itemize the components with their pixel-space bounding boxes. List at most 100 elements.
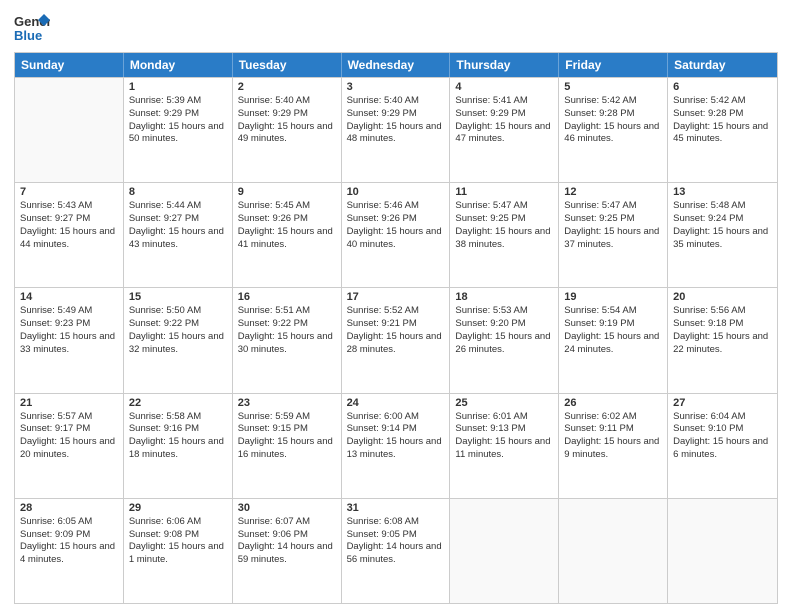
cal-cell-4-1: 21 Sunrise: 5:57 AM Sunset: 9:17 PM Dayl… xyxy=(15,394,124,498)
day-info: Sunrise: 5:47 AM Sunset: 9:25 PM Dayligh… xyxy=(455,200,553,251)
cal-cell-3-4: 17 Sunrise: 5:52 AM Sunset: 9:21 PM Dayl… xyxy=(342,288,451,392)
cal-week-3: 14 Sunrise: 5:49 AM Sunset: 9:23 PM Dayl… xyxy=(15,287,777,392)
day-info: Sunrise: 6:07 AM Sunset: 9:06 PM Dayligh… xyxy=(238,516,336,567)
sunset: Sunset: 9:08 PM xyxy=(129,529,227,542)
day-info: Sunrise: 5:50 AM Sunset: 9:22 PM Dayligh… xyxy=(129,305,227,356)
sunrise: Sunrise: 5:56 AM xyxy=(673,305,772,318)
day-info: Sunrise: 5:40 AM Sunset: 9:29 PM Dayligh… xyxy=(238,95,336,146)
day-info: Sunrise: 5:49 AM Sunset: 9:23 PM Dayligh… xyxy=(20,305,118,356)
cal-cell-1-5: 4 Sunrise: 5:41 AM Sunset: 9:29 PM Dayli… xyxy=(450,78,559,182)
sunset: Sunset: 9:28 PM xyxy=(673,108,772,121)
daylight: Daylight: 15 hours and 13 minutes. xyxy=(347,436,445,462)
daylight: Daylight: 15 hours and 49 minutes. xyxy=(238,121,336,147)
sunrise: Sunrise: 6:05 AM xyxy=(20,516,118,529)
cal-cell-3-6: 19 Sunrise: 5:54 AM Sunset: 9:19 PM Dayl… xyxy=(559,288,668,392)
cal-header-sunday: Sunday xyxy=(15,53,124,77)
day-number: 20 xyxy=(673,291,772,303)
day-number: 15 xyxy=(129,291,227,303)
cal-cell-2-1: 7 Sunrise: 5:43 AM Sunset: 9:27 PM Dayli… xyxy=(15,183,124,287)
day-info: Sunrise: 6:02 AM Sunset: 9:11 PM Dayligh… xyxy=(564,411,662,462)
day-info: Sunrise: 5:43 AM Sunset: 9:27 PM Dayligh… xyxy=(20,200,118,251)
sunset: Sunset: 9:21 PM xyxy=(347,318,445,331)
sunset: Sunset: 9:10 PM xyxy=(673,423,772,436)
sunset: Sunset: 9:28 PM xyxy=(564,108,662,121)
daylight: Daylight: 15 hours and 6 minutes. xyxy=(673,436,772,462)
daylight: Daylight: 15 hours and 1 minute. xyxy=(129,541,227,567)
sunrise: Sunrise: 6:00 AM xyxy=(347,411,445,424)
sunset: Sunset: 9:25 PM xyxy=(564,213,662,226)
daylight: Daylight: 15 hours and 47 minutes. xyxy=(455,121,553,147)
day-number: 19 xyxy=(564,291,662,303)
day-info: Sunrise: 5:51 AM Sunset: 9:22 PM Dayligh… xyxy=(238,305,336,356)
daylight: Daylight: 15 hours and 46 minutes. xyxy=(564,121,662,147)
day-info: Sunrise: 6:01 AM Sunset: 9:13 PM Dayligh… xyxy=(455,411,553,462)
sunset: Sunset: 9:15 PM xyxy=(238,423,336,436)
sunset: Sunset: 9:29 PM xyxy=(238,108,336,121)
daylight: Daylight: 15 hours and 41 minutes. xyxy=(238,226,336,252)
cal-cell-1-6: 5 Sunrise: 5:42 AM Sunset: 9:28 PM Dayli… xyxy=(559,78,668,182)
day-number: 1 xyxy=(129,81,227,93)
sunset: Sunset: 9:13 PM xyxy=(455,423,553,436)
sunrise: Sunrise: 5:57 AM xyxy=(20,411,118,424)
cal-cell-3-2: 15 Sunrise: 5:50 AM Sunset: 9:22 PM Dayl… xyxy=(124,288,233,392)
cal-cell-1-1 xyxy=(15,78,124,182)
daylight: Daylight: 15 hours and 9 minutes. xyxy=(564,436,662,462)
cal-header-saturday: Saturday xyxy=(668,53,777,77)
day-info: Sunrise: 5:39 AM Sunset: 9:29 PM Dayligh… xyxy=(129,95,227,146)
day-info: Sunrise: 5:57 AM Sunset: 9:17 PM Dayligh… xyxy=(20,411,118,462)
day-number: 24 xyxy=(347,397,445,409)
day-info: Sunrise: 5:46 AM Sunset: 9:26 PM Dayligh… xyxy=(347,200,445,251)
sunrise: Sunrise: 5:50 AM xyxy=(129,305,227,318)
day-number: 7 xyxy=(20,186,118,198)
daylight: Daylight: 15 hours and 18 minutes. xyxy=(129,436,227,462)
sunrise: Sunrise: 6:08 AM xyxy=(347,516,445,529)
day-number: 27 xyxy=(673,397,772,409)
cal-cell-3-3: 16 Sunrise: 5:51 AM Sunset: 9:22 PM Dayl… xyxy=(233,288,342,392)
day-info: Sunrise: 6:00 AM Sunset: 9:14 PM Dayligh… xyxy=(347,411,445,462)
cal-cell-3-1: 14 Sunrise: 5:49 AM Sunset: 9:23 PM Dayl… xyxy=(15,288,124,392)
cal-header-thursday: Thursday xyxy=(450,53,559,77)
daylight: Daylight: 15 hours and 26 minutes. xyxy=(455,331,553,357)
cal-week-5: 28 Sunrise: 6:05 AM Sunset: 9:09 PM Dayl… xyxy=(15,498,777,603)
day-number: 25 xyxy=(455,397,553,409)
day-number: 17 xyxy=(347,291,445,303)
cal-week-2: 7 Sunrise: 5:43 AM Sunset: 9:27 PM Dayli… xyxy=(15,182,777,287)
daylight: Daylight: 14 hours and 56 minutes. xyxy=(347,541,445,567)
cal-cell-1-7: 6 Sunrise: 5:42 AM Sunset: 9:28 PM Dayli… xyxy=(668,78,777,182)
day-number: 8 xyxy=(129,186,227,198)
cal-cell-1-4: 3 Sunrise: 5:40 AM Sunset: 9:29 PM Dayli… xyxy=(342,78,451,182)
sunrise: Sunrise: 6:04 AM xyxy=(673,411,772,424)
sunrise: Sunrise: 5:40 AM xyxy=(238,95,336,108)
cal-header-wednesday: Wednesday xyxy=(342,53,451,77)
day-info: Sunrise: 5:42 AM Sunset: 9:28 PM Dayligh… xyxy=(564,95,662,146)
daylight: Daylight: 15 hours and 16 minutes. xyxy=(238,436,336,462)
day-number: 30 xyxy=(238,502,336,514)
day-number: 6 xyxy=(673,81,772,93)
cal-cell-2-7: 13 Sunrise: 5:48 AM Sunset: 9:24 PM Dayl… xyxy=(668,183,777,287)
day-number: 12 xyxy=(564,186,662,198)
day-number: 4 xyxy=(455,81,553,93)
sunrise: Sunrise: 5:47 AM xyxy=(564,200,662,213)
day-number: 10 xyxy=(347,186,445,198)
sunrise: Sunrise: 5:49 AM xyxy=(20,305,118,318)
cal-cell-1-2: 1 Sunrise: 5:39 AM Sunset: 9:29 PM Dayli… xyxy=(124,78,233,182)
sunrise: Sunrise: 5:44 AM xyxy=(129,200,227,213)
cal-week-1: 1 Sunrise: 5:39 AM Sunset: 9:29 PM Dayli… xyxy=(15,77,777,182)
daylight: Daylight: 15 hours and 11 minutes. xyxy=(455,436,553,462)
daylight: Daylight: 15 hours and 28 minutes. xyxy=(347,331,445,357)
cal-cell-4-4: 24 Sunrise: 6:00 AM Sunset: 9:14 PM Dayl… xyxy=(342,394,451,498)
daylight: Daylight: 15 hours and 48 minutes. xyxy=(347,121,445,147)
sunrise: Sunrise: 5:39 AM xyxy=(129,95,227,108)
daylight: Daylight: 15 hours and 20 minutes. xyxy=(20,436,118,462)
cal-cell-4-6: 26 Sunrise: 6:02 AM Sunset: 9:11 PM Dayl… xyxy=(559,394,668,498)
day-info: Sunrise: 5:41 AM Sunset: 9:29 PM Dayligh… xyxy=(455,95,553,146)
daylight: Daylight: 15 hours and 30 minutes. xyxy=(238,331,336,357)
day-info: Sunrise: 5:47 AM Sunset: 9:25 PM Dayligh… xyxy=(564,200,662,251)
sunrise: Sunrise: 5:45 AM xyxy=(238,200,336,213)
cal-cell-3-5: 18 Sunrise: 5:53 AM Sunset: 9:20 PM Dayl… xyxy=(450,288,559,392)
daylight: Daylight: 15 hours and 32 minutes. xyxy=(129,331,227,357)
sunset: Sunset: 9:29 PM xyxy=(455,108,553,121)
sunrise: Sunrise: 5:43 AM xyxy=(20,200,118,213)
cal-cell-5-2: 29 Sunrise: 6:06 AM Sunset: 9:08 PM Dayl… xyxy=(124,499,233,603)
calendar-header-row: SundayMondayTuesdayWednesdayThursdayFrid… xyxy=(15,53,777,77)
